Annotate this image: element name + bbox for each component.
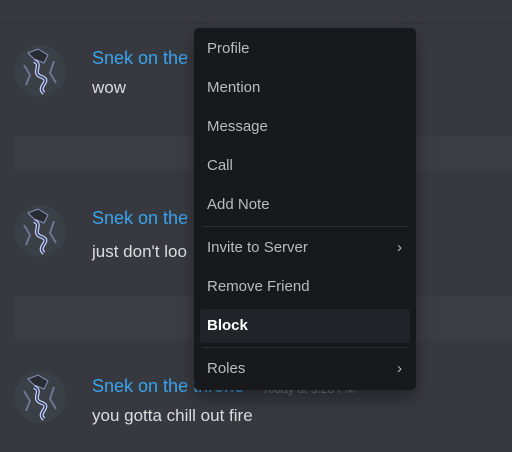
snake-avatar-icon [14, 371, 66, 423]
menu-item-label: Remove Friend [207, 278, 310, 295]
message-author[interactable]: Snek on the [92, 48, 188, 69]
avatar[interactable] [14, 45, 66, 97]
menu-item-mention[interactable]: Mention [200, 71, 410, 105]
avatar[interactable] [14, 205, 66, 257]
menu-item-label: Profile [207, 40, 250, 57]
menu-separator [202, 347, 408, 348]
menu-item-label: Mention [207, 79, 261, 96]
menu-item-call[interactable]: Call [200, 149, 410, 183]
menu-item-profile[interactable]: Profile [200, 32, 410, 66]
menu-item-invite-to-server[interactable]: Invite to Server › [200, 231, 410, 265]
menu-item-label: Block [207, 317, 248, 334]
menu-item-block[interactable]: Block [200, 309, 410, 343]
menu-item-label: Add Note [207, 196, 270, 213]
message-author[interactable]: Snek on the [92, 208, 188, 229]
snake-avatar-icon [14, 45, 66, 97]
menu-separator [202, 226, 408, 227]
menu-item-label: Roles [207, 360, 246, 377]
chevron-right-icon: › [397, 360, 402, 377]
menu-item-remove-friend[interactable]: Remove Friend [200, 270, 410, 304]
snake-avatar-icon [14, 205, 66, 257]
message-text: you gotta chill out fire [92, 406, 253, 425]
chevron-right-icon: › [397, 239, 402, 256]
menu-item-label: Invite to Server [207, 239, 308, 256]
message-text: just don't loo [92, 242, 187, 261]
menu-item-label: Message [207, 118, 268, 135]
top-divider [0, 22, 512, 23]
menu-item-roles[interactable]: Roles › [200, 352, 410, 386]
user-context-menu: Profile Mention Message Call Add Note In… [194, 28, 416, 390]
menu-item-add-note[interactable]: Add Note [200, 188, 410, 222]
menu-item-message[interactable]: Message [200, 110, 410, 144]
message-text: wow [92, 78, 127, 97]
avatar[interactable] [14, 371, 66, 423]
menu-item-label: Call [207, 157, 233, 174]
